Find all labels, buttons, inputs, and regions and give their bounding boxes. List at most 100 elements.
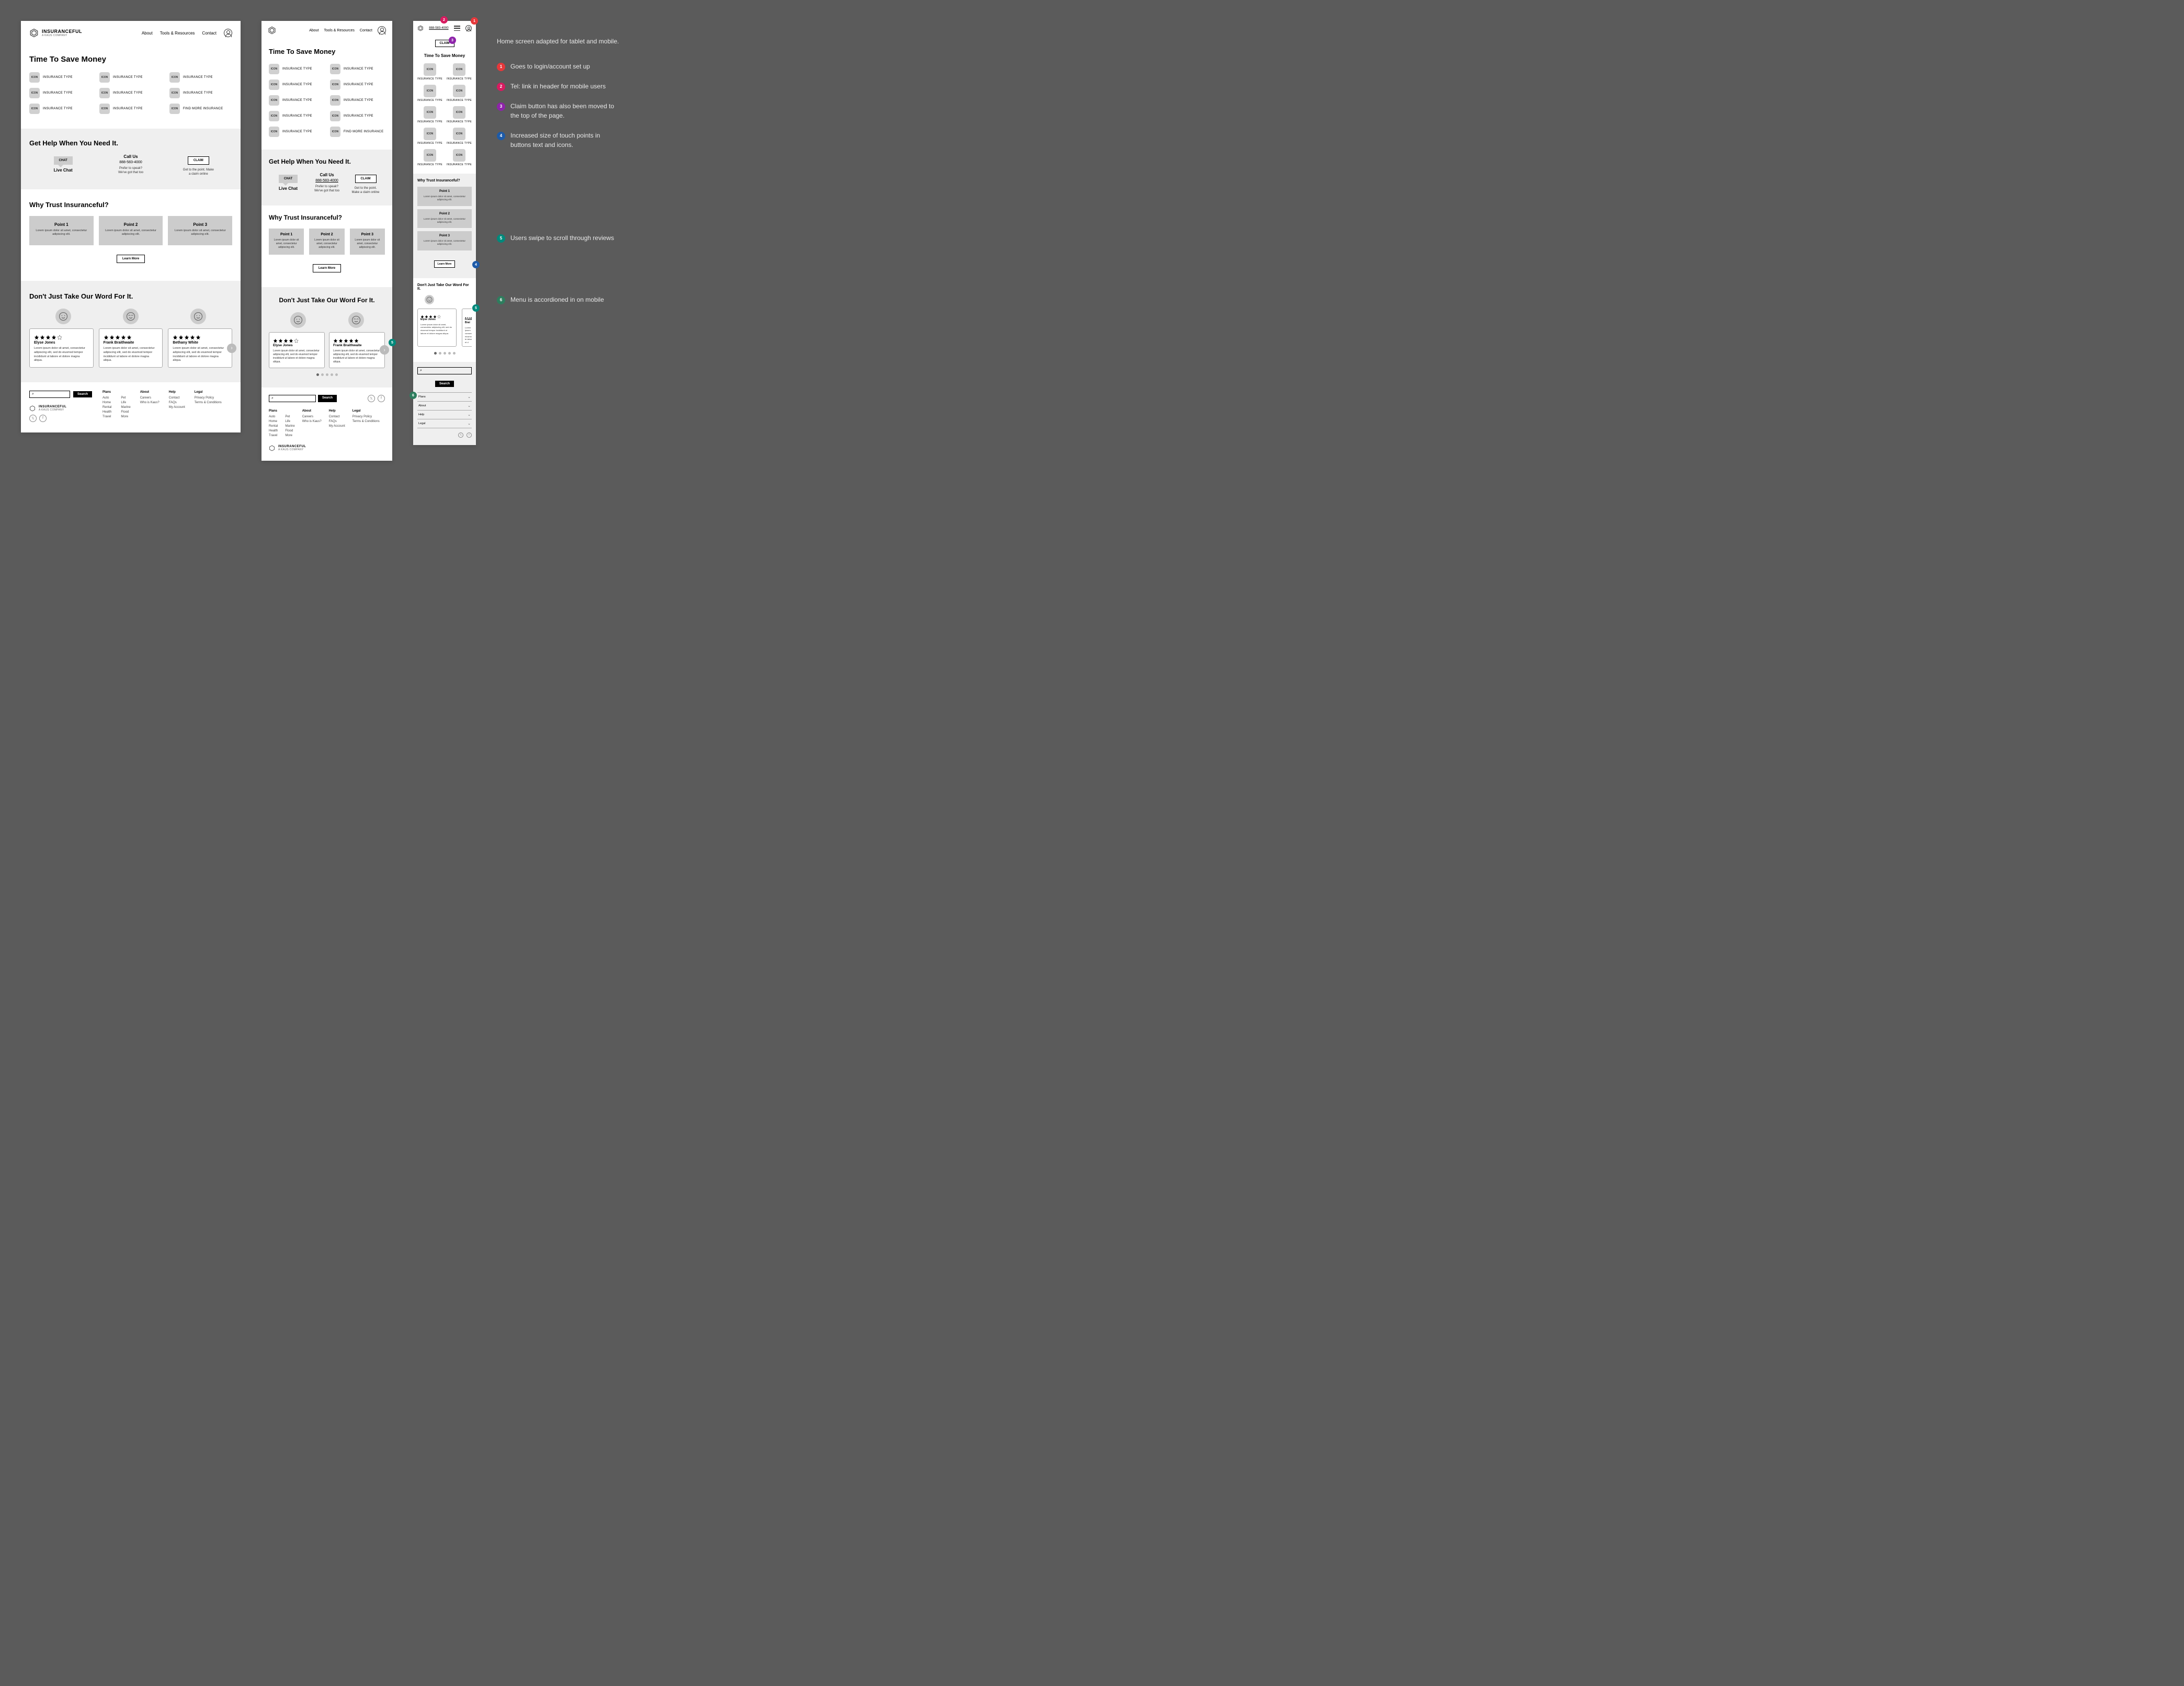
call-phone[interactable]: 888-583-4000 xyxy=(97,161,164,164)
insurance-type-item[interactable]: ICONINSURANCE TYPE xyxy=(447,106,472,123)
help-chat[interactable]: CHAT Live Chat xyxy=(29,154,97,174)
claim-button[interactable]: CLAIM xyxy=(355,175,377,183)
footer-link[interactable]: Who is Kaus? xyxy=(302,420,322,423)
footer-link[interactable]: Flood xyxy=(285,429,294,432)
twitter-icon[interactable]: 𝕏 xyxy=(368,395,375,402)
facebook-icon[interactable]: f xyxy=(378,395,385,402)
insurance-type-item[interactable]: ICONINSURANCE TYPE xyxy=(29,72,92,83)
search-input[interactable]: ⌕ xyxy=(29,391,70,398)
insurance-type-item[interactable]: ICONINSURANCE TYPE xyxy=(417,63,442,81)
insurance-type-item[interactable]: ICONINSURANCE TYPE xyxy=(269,64,324,74)
insurance-type-item[interactable]: ICONINSURANCE TYPE xyxy=(269,111,324,121)
footer-link[interactable]: Privacy Policy xyxy=(195,396,222,400)
footer-link[interactable]: Marine xyxy=(285,425,294,428)
review-carousel[interactable]: Elyse Jones Lorem ipsum dolor sit amet, … xyxy=(417,309,472,347)
insurance-type-item[interactable]: ICONINSURANCE TYPE xyxy=(447,128,472,145)
insurance-type-item[interactable]: ICONINSURANCE TYPE xyxy=(417,128,442,145)
insurance-type-item[interactable]: ICONINSURANCE TYPE xyxy=(447,149,472,166)
facebook-icon[interactable]: f xyxy=(39,415,47,422)
footer-link[interactable]: Life xyxy=(121,401,130,404)
insurance-type-more[interactable]: ICONFIND MORE INSURANCE xyxy=(330,127,385,137)
search-button[interactable]: Search xyxy=(318,395,337,402)
help-chat[interactable]: CHAT Live Chat xyxy=(269,173,308,192)
footer-link[interactable]: Pet xyxy=(285,415,294,418)
footer-link[interactable]: Careers xyxy=(140,396,160,400)
footer-link[interactable]: Life xyxy=(285,420,294,423)
insurance-type-item[interactable]: ICONINSURANCE TYPE xyxy=(330,79,385,90)
footer-link[interactable]: Home xyxy=(269,420,278,423)
nav-about[interactable]: About xyxy=(309,29,318,32)
facebook-icon[interactable]: f xyxy=(467,432,472,438)
footer-link[interactable]: Travel xyxy=(103,415,111,418)
learn-more-button[interactable]: Learn More xyxy=(434,260,456,268)
footer-link[interactable]: Who is Kaus? xyxy=(140,401,160,404)
insurance-type-more[interactable]: ICONFIND MORE INSURANCE xyxy=(169,104,232,114)
footer-link[interactable]: My Account xyxy=(329,425,345,428)
logo-icon[interactable] xyxy=(268,26,276,35)
insurance-type-item[interactable]: ICONINSURANCE TYPE xyxy=(269,127,324,137)
footer-link[interactable]: My Account xyxy=(169,406,185,409)
footer-link[interactable]: Marine xyxy=(121,406,130,409)
accordion-item-help[interactable]: Help⌄ xyxy=(417,411,472,419)
accordion-item-legal[interactable]: Legal⌄ xyxy=(417,419,472,428)
footer-link[interactable]: More xyxy=(285,434,294,437)
footer-link[interactable]: FAQs xyxy=(169,401,185,404)
insurance-type-item[interactable]: ICONINSURANCE TYPE xyxy=(417,106,442,123)
footer-link[interactable]: Rental xyxy=(269,425,278,428)
carousel-dots[interactable] xyxy=(269,373,385,376)
twitter-icon[interactable]: 𝕏 xyxy=(458,432,463,438)
footer-link[interactable]: Privacy Policy xyxy=(352,415,380,418)
accordion-item-plans[interactable]: Plans⌄ xyxy=(417,393,472,402)
account-icon[interactable] xyxy=(465,25,472,31)
footer-link[interactable]: Contact xyxy=(329,415,345,418)
footer-link[interactable]: Terms & Conditions xyxy=(352,420,380,423)
insurance-type-item[interactable]: ICONINSURANCE TYPE xyxy=(99,88,162,98)
insurance-type-item[interactable]: ICONINSURANCE TYPE xyxy=(169,72,232,83)
nav-about[interactable]: About xyxy=(142,31,153,36)
insurance-type-item[interactable]: ICONINSURANCE TYPE xyxy=(99,72,162,83)
footer-link[interactable]: Health xyxy=(103,411,111,414)
insurance-type-item[interactable]: ICONINSURANCE TYPE xyxy=(447,85,472,102)
footer-link[interactable]: Auto xyxy=(103,396,111,400)
search-button[interactable]: Search xyxy=(73,391,92,397)
carousel-dots[interactable] xyxy=(417,352,472,355)
footer-link[interactable]: Careers xyxy=(302,415,322,418)
tel-link[interactable]: 888-583-4000 xyxy=(429,27,448,30)
insurance-type-item[interactable]: ICONINSURANCE TYPE xyxy=(330,95,385,106)
footer-link[interactable]: Contact xyxy=(169,396,185,400)
search-input[interactable]: ⌕ xyxy=(269,395,316,402)
footer-link[interactable]: Flood xyxy=(121,411,130,414)
nav-tools[interactable]: Tools & Resources xyxy=(324,29,355,32)
search-button[interactable]: Search xyxy=(435,381,454,387)
footer-link[interactable]: Terms & Conditions xyxy=(195,401,222,404)
insurance-type-item[interactable]: ICONINSURANCE TYPE xyxy=(29,88,92,98)
footer-link[interactable]: Travel xyxy=(269,434,278,437)
insurance-type-item[interactable]: ICONINSURANCE TYPE xyxy=(269,95,324,106)
hamburger-menu-icon[interactable] xyxy=(454,26,460,31)
carousel-next-button[interactable]: › xyxy=(227,344,236,353)
twitter-icon[interactable]: 𝕏 xyxy=(29,415,37,422)
insurance-type-item[interactable]: ICONINSURANCE TYPE xyxy=(417,85,442,102)
insurance-type-item[interactable]: ICONINSURANCE TYPE xyxy=(99,104,162,114)
carousel-next-button[interactable]: › xyxy=(380,345,389,355)
footer-link[interactable]: Pet xyxy=(121,396,130,400)
logo[interactable]: INSURANCEFUL A KAUS COMPANY xyxy=(29,28,82,38)
accordion-item-about[interactable]: About⌄ xyxy=(417,402,472,411)
insurance-type-item[interactable]: ICONINSURANCE TYPE xyxy=(169,88,232,98)
insurance-type-item[interactable]: ICONINSURANCE TYPE xyxy=(269,79,324,90)
insurance-type-item[interactable]: ICONINSURANCE TYPE xyxy=(330,111,385,121)
call-phone[interactable]: 888-583-4000 xyxy=(308,179,346,183)
footer-link[interactable]: FAQs xyxy=(329,420,345,423)
search-input[interactable]: ⌕ xyxy=(417,367,472,374)
account-icon[interactable] xyxy=(378,26,386,35)
insurance-type-item[interactable]: ICONINSURANCE TYPE xyxy=(447,63,472,81)
footer-link[interactable]: Auto xyxy=(269,415,278,418)
insurance-type-item[interactable]: ICONINSURANCE TYPE xyxy=(417,149,442,166)
logo-icon[interactable] xyxy=(417,25,424,31)
nav-tools[interactable]: Tools & Resources xyxy=(160,31,195,36)
learn-more-button[interactable]: Learn More xyxy=(313,264,341,272)
learn-more-button[interactable]: Learn More xyxy=(117,255,145,263)
footer-link[interactable]: Rental xyxy=(103,406,111,409)
nav-contact[interactable]: Contact xyxy=(360,29,372,32)
insurance-type-item[interactable]: ICONINSURANCE TYPE xyxy=(29,104,92,114)
